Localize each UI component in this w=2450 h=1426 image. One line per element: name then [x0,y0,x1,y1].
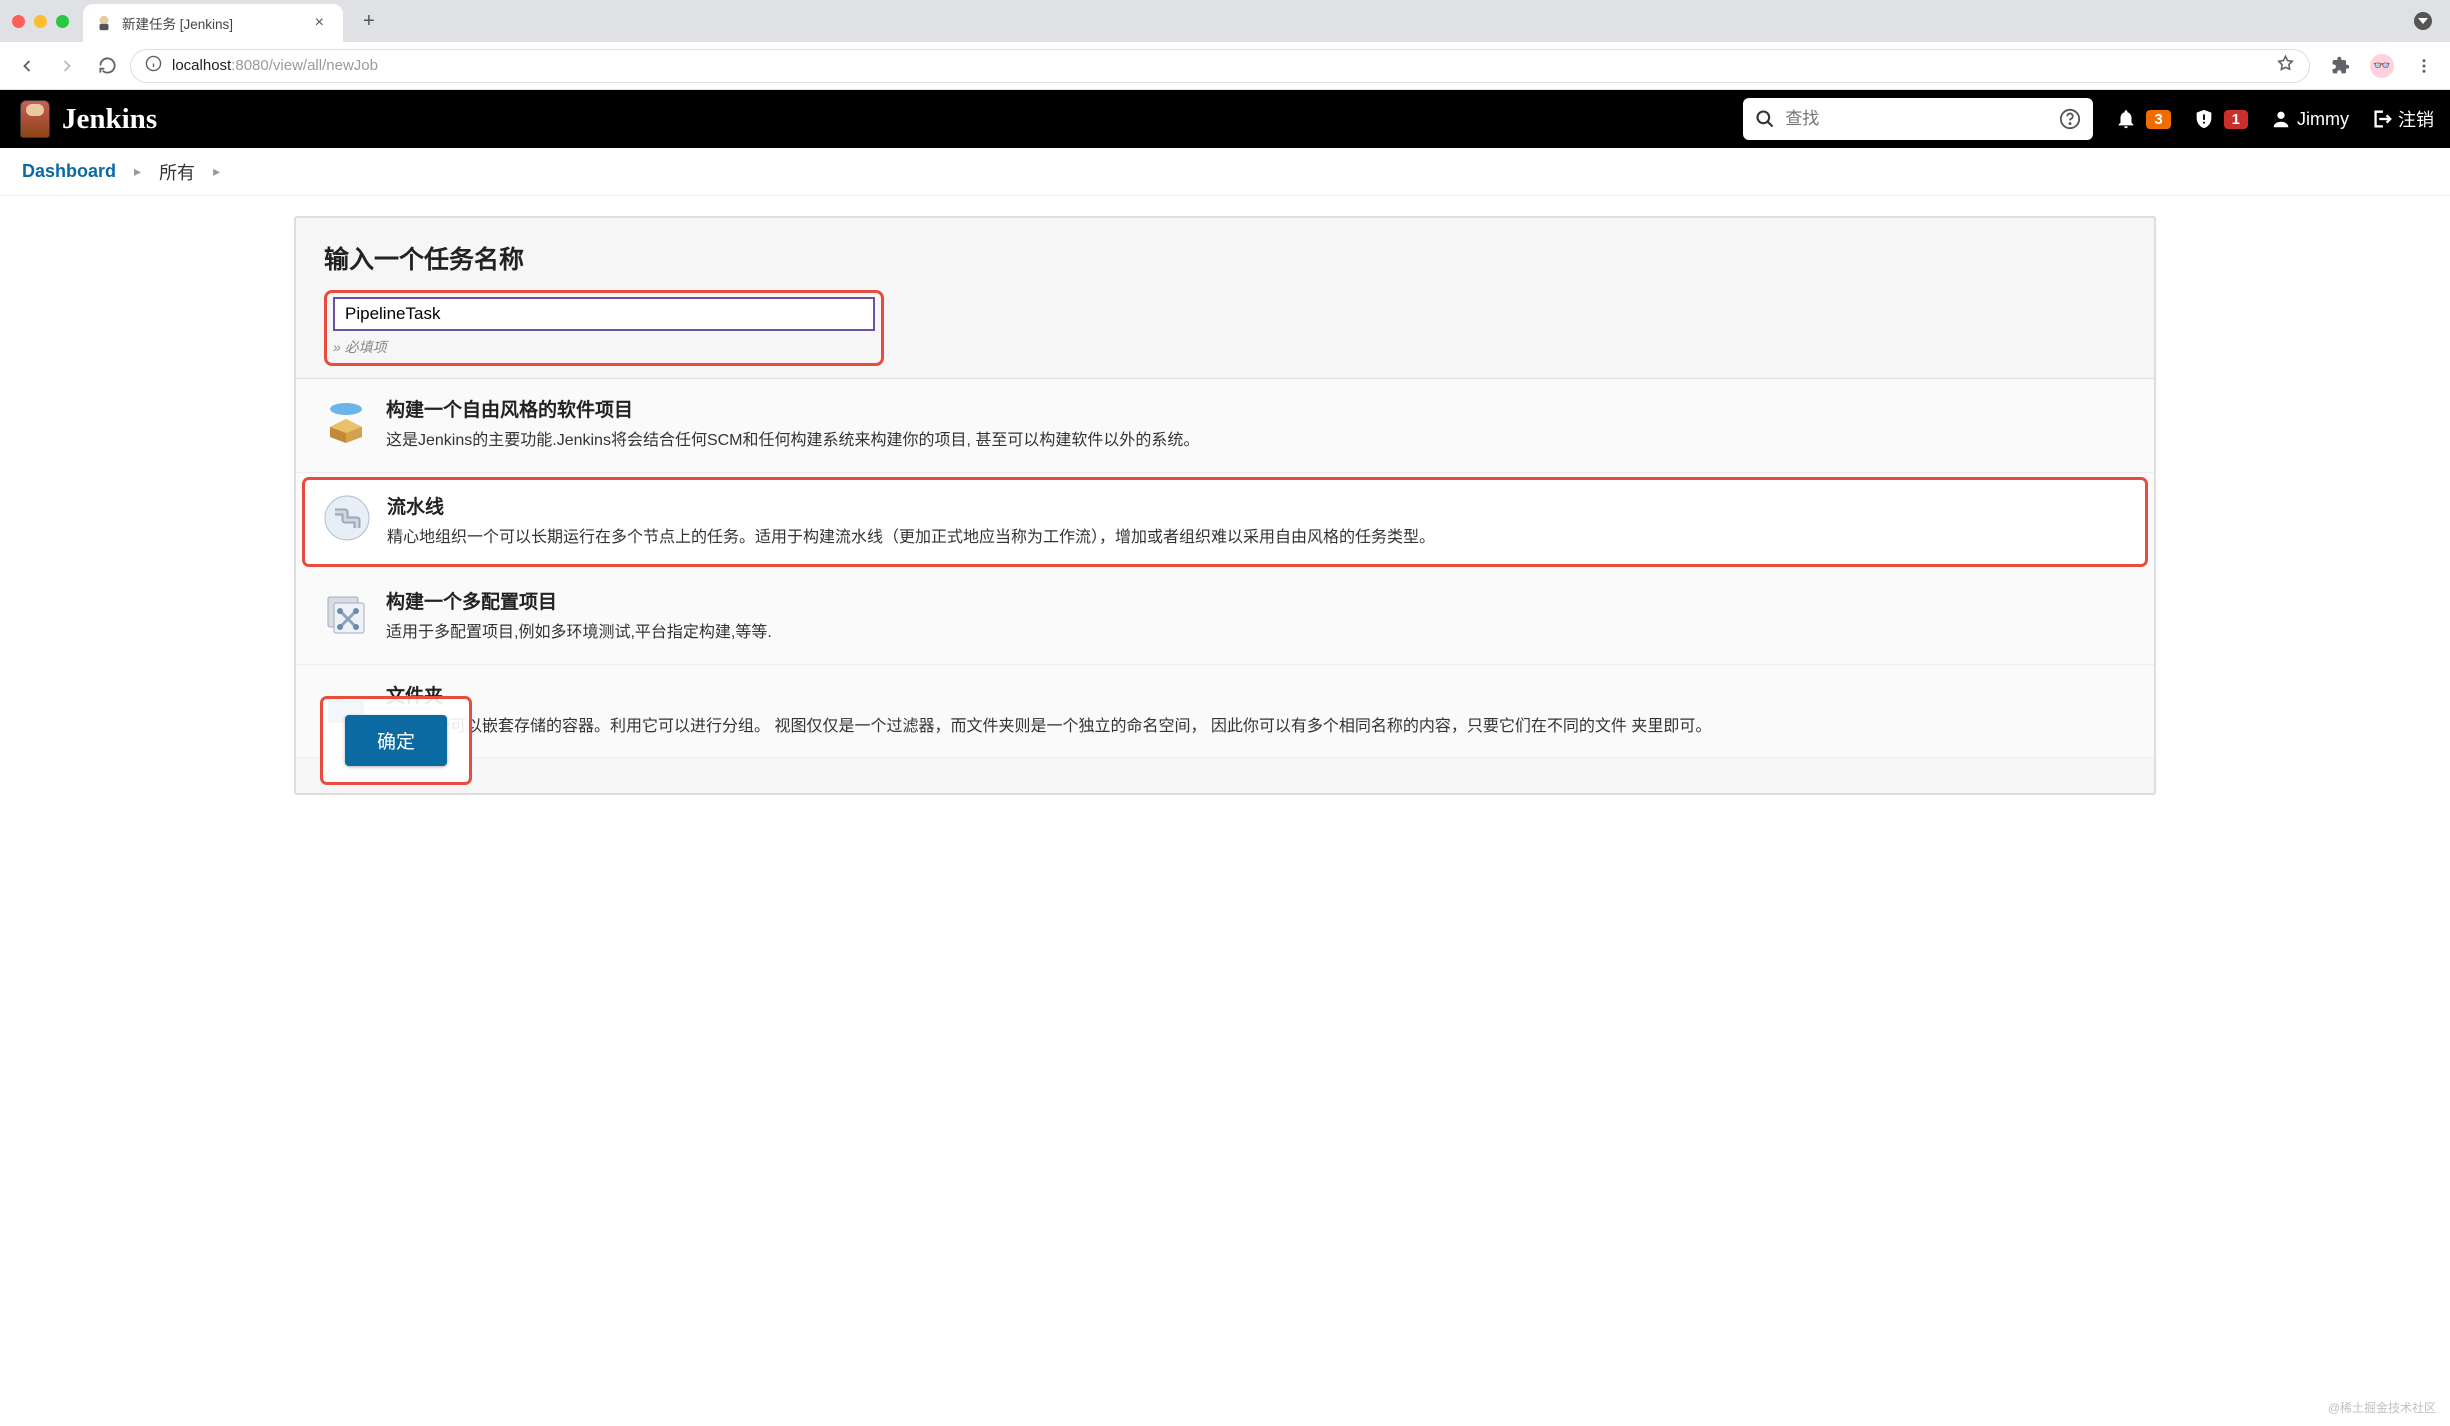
breadcrumb-dashboard[interactable]: Dashboard [22,161,116,182]
new-item-panel: 输入一个任务名称 » 必填项 构建一个自由风格的软件项目这是Jenkins的主要… [294,216,2156,795]
alerts-shield[interactable]: 1 [2193,108,2248,130]
item-title: 构建一个多配置项目 [386,587,772,614]
breadcrumb-current[interactable]: 所有 [159,159,195,185]
nav-reload-button[interactable] [90,49,124,83]
extensions-icon[interactable] [2324,50,2356,82]
main-content: 输入一个任务名称 » 必填项 构建一个自由风格的软件项目这是Jenkins的主要… [0,196,2450,815]
user-icon [2270,108,2292,130]
jenkins-logo-text: Jenkins [62,103,157,136]
logout-icon [2371,108,2393,130]
item-description: 适用于多配置项目,例如多环境测试,平台指定构建,等等. [386,620,772,646]
jenkins-logo-icon [20,100,50,138]
header-search[interactable] [1743,98,2093,140]
shield-alert-icon [2193,108,2215,130]
bell-badge: 3 [2146,110,2170,129]
item-title: 构建一个自由风格的软件项目 [386,395,1199,422]
tab-close-icon[interactable]: × [310,12,329,34]
window-close[interactable] [12,15,25,28]
browser-tab[interactable]: 新建任务 [Jenkins] × [83,4,343,42]
jenkins-logo[interactable]: Jenkins [20,100,157,138]
item-name-input[interactable] [333,297,875,331]
tab-overflow-menu[interactable] [2414,12,2450,30]
window-controls [12,15,83,28]
notifications-bell[interactable]: 3 [2115,108,2170,130]
browser-chrome: 新建任务 [Jenkins] × + localhost:8080/view/a… [0,0,2450,90]
user-menu[interactable]: Jimmy [2270,108,2349,130]
chevron-right-icon: ▸ [213,163,220,180]
user-name: Jimmy [2297,109,2349,130]
chevron-right-icon: ▸ [134,163,141,180]
url-row: localhost:8080/view/all/newJob 👓 [0,42,2450,90]
url-text: localhost:8080/view/all/newJob [172,57,378,74]
window-minimize[interactable] [34,15,47,28]
browser-menu-icon[interactable] [2408,50,2440,82]
name-heading: 输入一个任务名称 [324,240,2126,276]
site-info-icon[interactable] [145,55,162,77]
window-maximize[interactable] [56,15,69,28]
help-icon[interactable] [2059,108,2081,130]
item-title: 流水线 [387,492,1435,519]
logout-label: 注销 [2398,106,2434,132]
item-type-pipeline[interactable]: 流水线精心地组织一个可以长期运行在多个节点上的任务。适用于构建流水线（更加正式地… [302,477,2148,568]
multi-icon [320,587,372,639]
bookmark-star-icon[interactable] [2276,54,2295,78]
nav-forward-button[interactable] [50,49,84,83]
item-description: 精心地组织一个可以长期运行在多个节点上的任务。适用于构建流水线（更加正式地应当称… [387,525,1435,551]
new-tab-button[interactable]: + [355,6,383,37]
logout-link[interactable]: 注销 [2371,106,2434,132]
search-icon [1755,109,1775,129]
breadcrumb: Dashboard ▸ 所有 ▸ [0,148,2450,196]
name-highlight-box: » 必填项 [324,290,884,366]
required-hint: » 必填项 [333,337,875,357]
url-bar[interactable]: localhost:8080/view/all/newJob [130,49,2310,83]
tab-row: 新建任务 [Jenkins] × + [0,0,2450,42]
jenkins-header: Jenkins 3 1 Jimmy 注销 [0,90,2450,148]
nav-back-button[interactable] [10,49,44,83]
watermark: @稀土掘金技术社区 [2328,1399,2436,1416]
box-icon [320,395,372,447]
pipeline-icon [321,492,373,544]
search-input[interactable] [1785,109,2049,129]
bell-icon [2115,108,2137,130]
alert-badge: 1 [2224,110,2248,129]
profile-avatar[interactable]: 👓 [2366,50,2398,82]
item-type-multi[interactable]: 构建一个多配置项目适用于多配置项目,例如多环境测试,平台指定构建,等等. [296,571,2154,665]
item-description: 这是Jenkins的主要功能.Jenkins将会结合任何SCM和任何构建系统来构… [386,428,1199,454]
submit-highlight-box: 确定 [320,696,472,785]
ok-button[interactable]: 确定 [345,715,447,766]
jenkins-favicon [95,14,113,32]
tab-title: 新建任务 [Jenkins] [122,13,301,33]
item-type-box[interactable]: 构建一个自由风格的软件项目这是Jenkins的主要功能.Jenkins将会结合任… [296,379,2154,473]
name-section: 输入一个任务名称 » 必填项 [296,218,2154,378]
